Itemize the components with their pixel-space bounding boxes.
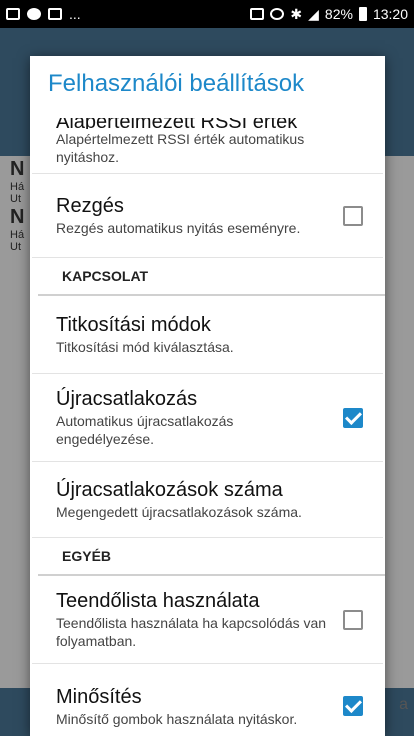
section-header-other: EGYÉB bbox=[38, 538, 385, 576]
pref-encryption-modes[interactable]: Titkosítási módok Titkosítási mód kivála… bbox=[32, 296, 383, 374]
pref-summary: Automatikus újracsatlakozás engedélyezés… bbox=[56, 413, 234, 447]
wifi-signal-icon: ◢ bbox=[308, 5, 319, 22]
bluetooth-icon: ✱ bbox=[290, 5, 303, 22]
pref-summary: Titkosítási mód kiválasztása. bbox=[56, 339, 234, 355]
pref-title: Alapértelmezett RSSI érték bbox=[56, 118, 298, 129]
preferences-list[interactable]: Alapértelmezett RSSI érték Alapértelmeze… bbox=[30, 118, 385, 736]
pref-rating[interactable]: Minősítés Minősítő gombok használata nyi… bbox=[32, 664, 383, 736]
pref-default-rssi[interactable]: Alapértelmezett RSSI érték Alapértelmeze… bbox=[32, 118, 383, 174]
pref-title: Újracsatlakozások száma bbox=[56, 479, 283, 501]
pref-title: Minősítés bbox=[56, 685, 142, 708]
pref-vibration[interactable]: Rezgés Rezgés automatikus nyitás esemény… bbox=[32, 174, 383, 258]
nfc-icon bbox=[250, 8, 265, 20]
pref-reconnect-count[interactable]: Újracsatlakozások száma Megengedett újra… bbox=[32, 462, 383, 538]
status-bar: ... ✱ ◢ 82% 13:20 bbox=[0, 0, 414, 28]
clock: 13:20 bbox=[372, 6, 408, 22]
rating-checkbox[interactable] bbox=[343, 696, 363, 716]
app-notification-icon bbox=[27, 8, 41, 20]
pref-todo-list[interactable]: Teendőlista használata Teendőlista haszn… bbox=[32, 576, 383, 664]
pref-title: Titkosítási módok bbox=[56, 314, 211, 336]
reconnect-checkbox[interactable] bbox=[343, 407, 363, 428]
pref-title: Rezgés bbox=[56, 195, 124, 217]
vibration-checkbox[interactable] bbox=[343, 205, 363, 226]
user-settings-dialog: Felhasználói beállítások Alapértelmezett… bbox=[30, 56, 385, 736]
dialog-title: Felhasználói beállítások bbox=[48, 70, 305, 97]
pref-title: Újracsatlakozás bbox=[56, 388, 198, 410]
pref-summary: Alapértelmezett RSSI érték automatikus n… bbox=[56, 131, 305, 165]
image-notification-icon bbox=[6, 8, 20, 20]
pref-summary: Megengedett újracsatlakozások száma. bbox=[56, 504, 302, 520]
pref-title: Teendőlista használata bbox=[56, 590, 260, 612]
pref-summary: Teendőlista használata ha kapcsolódás va… bbox=[56, 615, 327, 649]
todo-list-checkbox[interactable] bbox=[343, 609, 363, 630]
pref-summary: Rezgés automatikus nyitás eseményre. bbox=[56, 220, 301, 236]
sync-icon bbox=[270, 8, 285, 20]
background-side-text: a bbox=[399, 696, 408, 713]
mail-icon bbox=[48, 8, 62, 20]
more-notifications-text: ... bbox=[69, 6, 81, 22]
battery-icon bbox=[358, 7, 367, 21]
section-header-connection: KAPCSOLAT bbox=[38, 258, 385, 296]
battery-percent: 82% bbox=[324, 6, 353, 22]
pref-reconnect[interactable]: Újracsatlakozás Automatikus újracsatlako… bbox=[32, 374, 383, 462]
pref-summary: Minősítő gombok használata nyitáskor. bbox=[56, 710, 298, 727]
